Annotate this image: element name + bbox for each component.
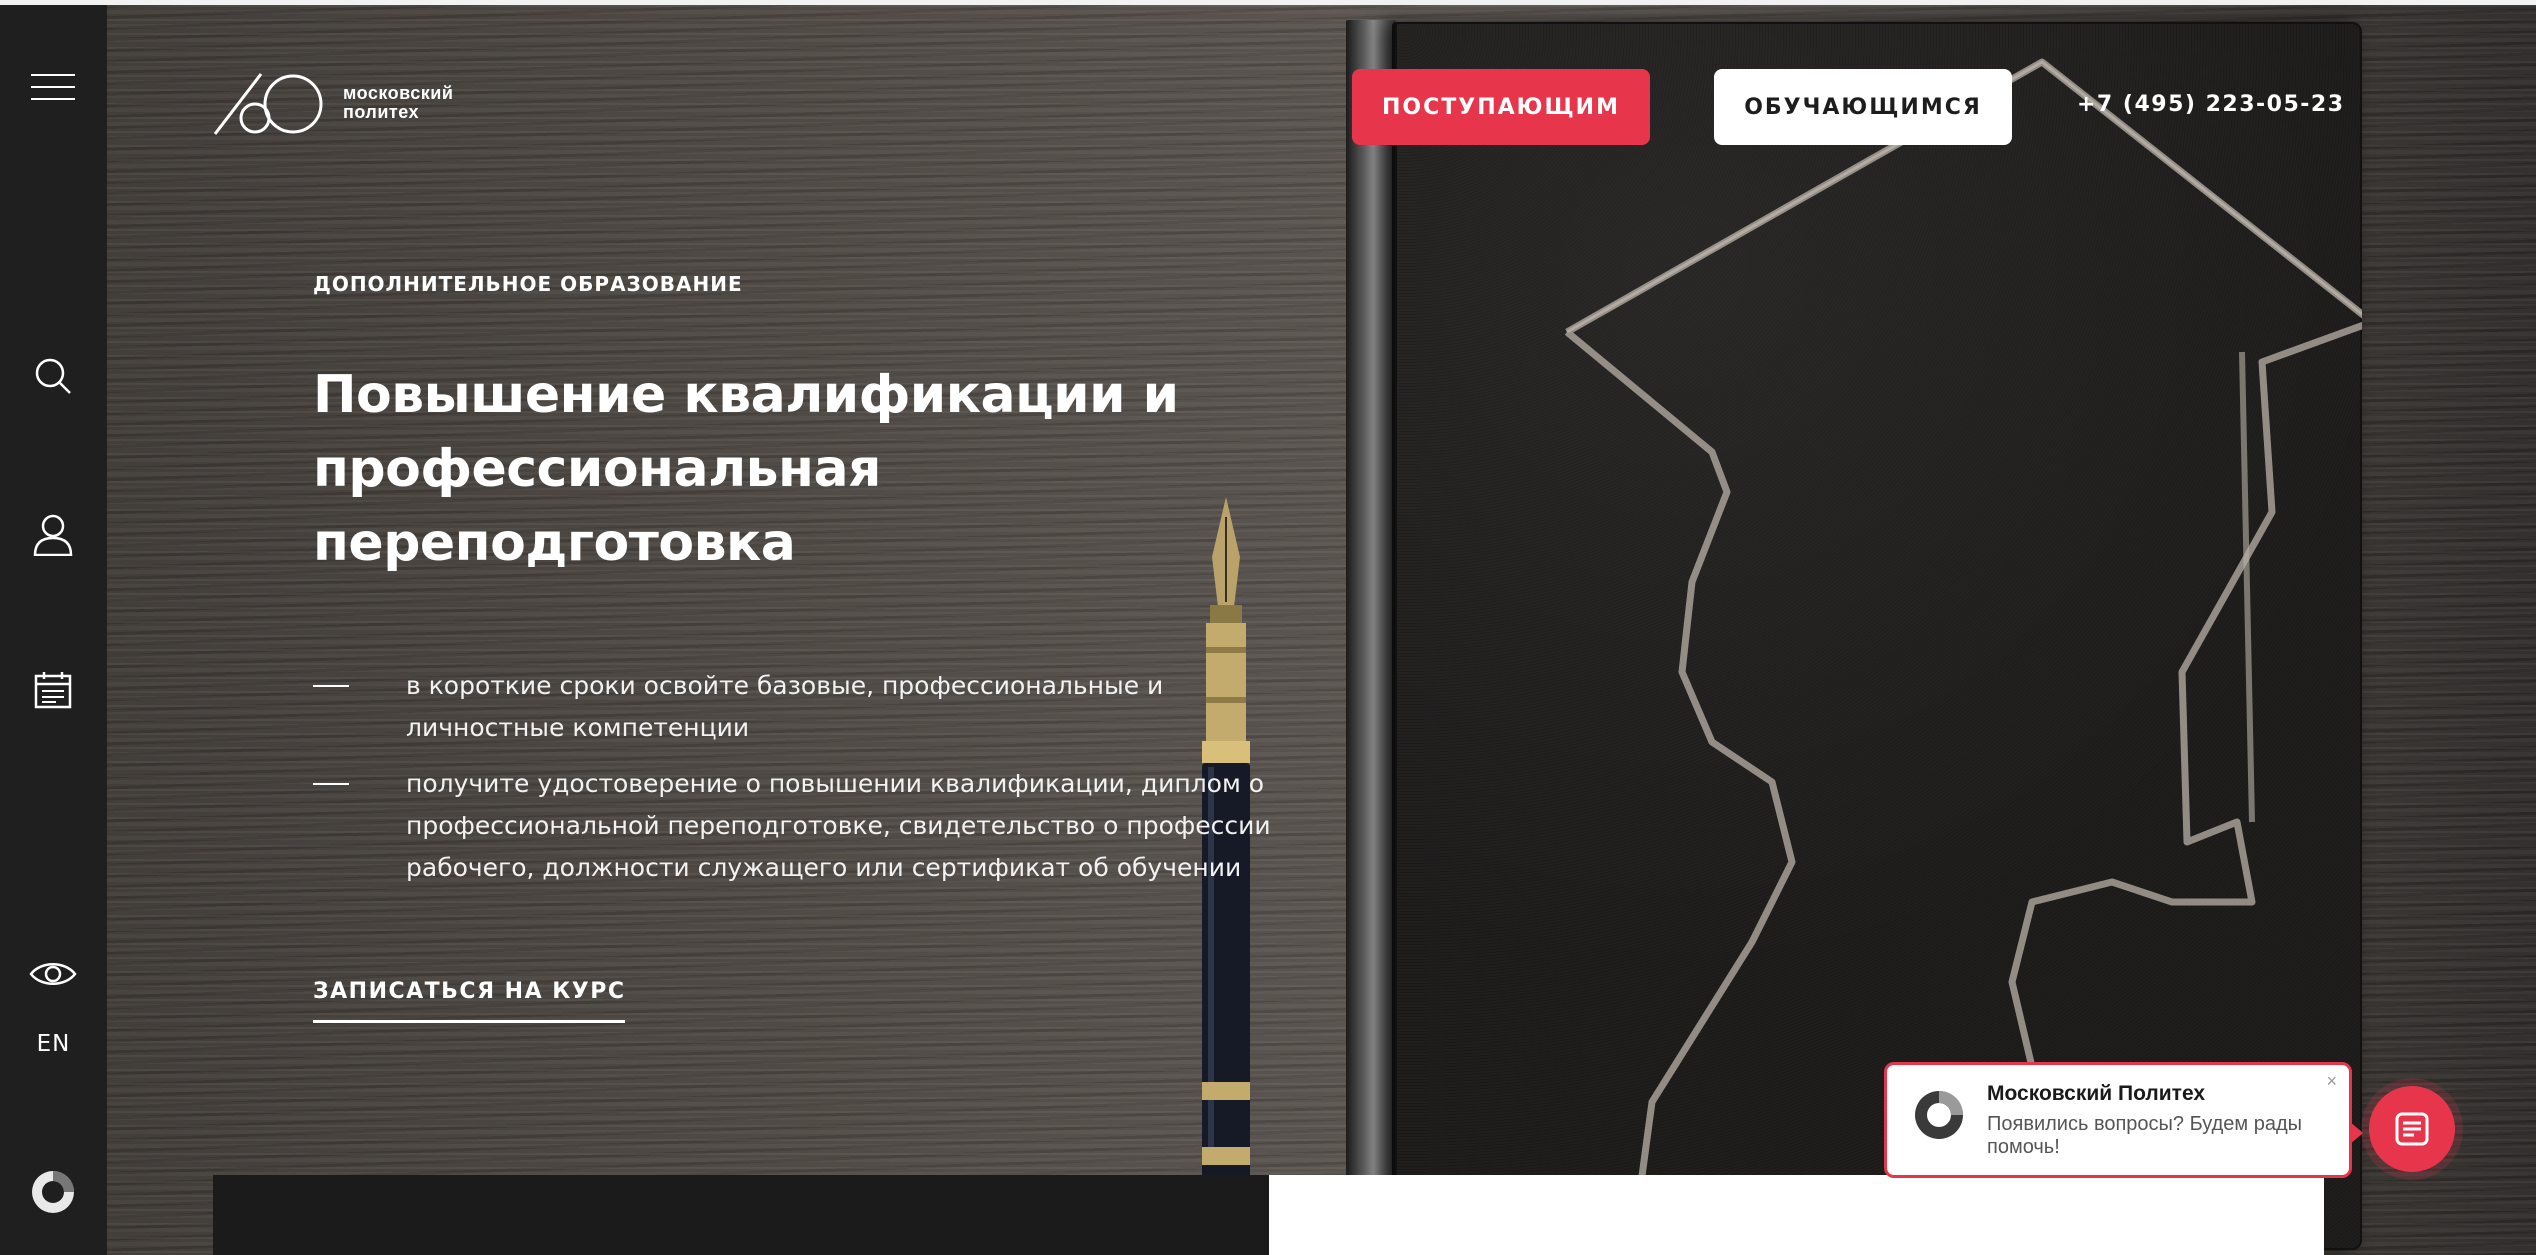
benefit-item: получите удостоверение о повышении квали… bbox=[313, 763, 1273, 889]
logo-160-icon bbox=[213, 73, 323, 135]
section-eyebrow: ДОПОЛНИТЕЛЬНОЕ ОБРАЗОВАНИЕ bbox=[313, 272, 743, 296]
search-icon[interactable] bbox=[24, 347, 82, 405]
title-line: профессиональная bbox=[313, 439, 881, 499]
language-switch[interactable]: EN bbox=[0, 1031, 107, 1057]
benefits-list: в короткие сроки освойте базовые, профес… bbox=[313, 665, 1273, 903]
chat-open-button[interactable] bbox=[2369, 1086, 2455, 1172]
dash-icon bbox=[313, 685, 349, 687]
chat-brand-icon bbox=[1915, 1091, 1963, 1139]
benefit-text: получите удостоверение о повышении квали… bbox=[406, 769, 1271, 882]
logo[interactable]: московский политех bbox=[213, 70, 453, 136]
menu-icon[interactable] bbox=[24, 58, 82, 116]
chat-popup[interactable]: Московский Политех Появились вопросы? Бу… bbox=[1884, 1062, 2363, 1178]
phone-link[interactable]: +7 (495) 223-05-23 bbox=[2077, 92, 2345, 117]
benefit-text: в короткие сроки освойте базовые, профес… bbox=[406, 671, 1164, 742]
benefit-item: в короткие сроки освойте базовые, профес… bbox=[313, 665, 1273, 749]
close-icon[interactable]: × bbox=[2326, 1071, 2337, 1092]
dash-icon bbox=[313, 783, 349, 785]
page-title: Повышение квалификации и профессиональна… bbox=[313, 358, 1213, 580]
notebook-pages bbox=[1346, 20, 1396, 1250]
bottom-panel-white bbox=[1269, 1175, 2324, 1255]
enroll-course-link[interactable]: ЗАПИСАТЬСЯ НА КУРС bbox=[313, 979, 626, 1023]
students-button[interactable]: ОБУЧАЮЩИМСЯ bbox=[1714, 69, 2012, 145]
sidebar: EN bbox=[0, 5, 107, 1255]
logo-text-line2: политех bbox=[343, 102, 420, 122]
title-line: переподготовка bbox=[313, 513, 796, 573]
calendar-icon[interactable] bbox=[24, 661, 82, 719]
title-line: Повышение квалификации и bbox=[313, 365, 1179, 425]
logo-text-line1: московский bbox=[343, 83, 454, 103]
applicants-button[interactable]: ПОСТУПАЮЩИМ bbox=[1352, 69, 1650, 145]
chat-bubble-icon bbox=[2395, 1112, 2429, 1146]
chat-message: Появились вопросы? Будем рады помочь! bbox=[1987, 1113, 2303, 1158]
bottom-panel-dark bbox=[213, 1175, 1269, 1255]
chat-title: Московский Политех bbox=[1987, 1082, 2206, 1105]
eye-icon[interactable] bbox=[24, 945, 82, 1003]
user-icon[interactable] bbox=[24, 506, 82, 564]
chat-logo-icon[interactable] bbox=[24, 1163, 82, 1221]
